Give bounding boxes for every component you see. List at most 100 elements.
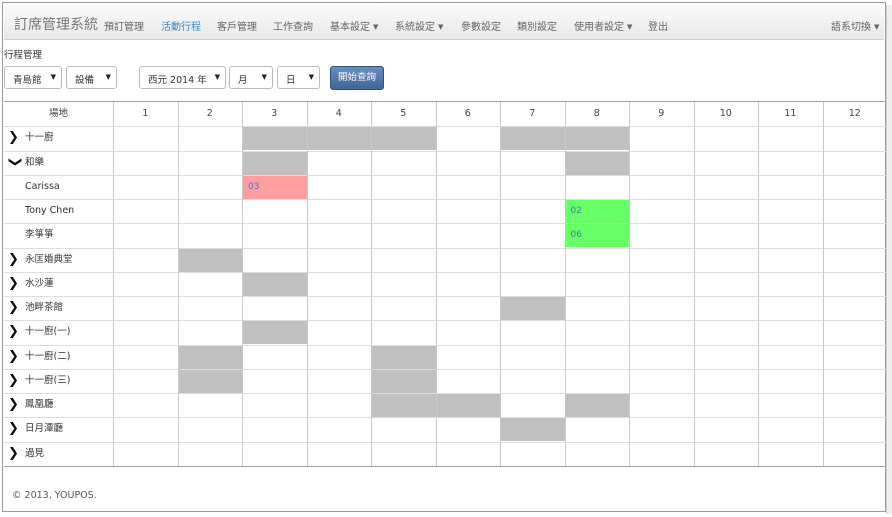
row-divider [4, 393, 887, 394]
schedule-row-label[interactable]: ❯ 十一廚(三) [4, 369, 112, 393]
schedule-row-label[interactable]: ❯ 十一廚(二) [4, 345, 112, 369]
schedule-block[interactable] [371, 344, 436, 369]
row-label-text: 永匡婚典堂 [25, 253, 73, 265]
venue-select[interactable]: 青島館 ▼ [4, 66, 62, 89]
column-divider [693, 102, 695, 466]
chevron-right-icon[interactable]: ❯ [8, 345, 19, 369]
schedule-row-label[interactable]: ❯ 和樂 [4, 151, 112, 175]
nav-category-settings[interactable]: 類別設定 [517, 18, 557, 33]
language-switch[interactable]: 語系切換 ▼ [831, 18, 879, 33]
row-divider [4, 296, 887, 297]
schedule-block[interactable] [177, 247, 242, 272]
caret-down-icon: ▼ [438, 23, 444, 31]
schedule-block[interactable] [500, 296, 565, 320]
row-divider [4, 417, 887, 419]
start-query-button[interactable]: 開始查詢 [330, 66, 384, 90]
chevron-right-icon[interactable]: ❯ [8, 320, 19, 344]
column-header: 12 [848, 108, 861, 119]
chevron-right-icon[interactable]: ❯ [8, 369, 19, 393]
schedule-row-label[interactable]: ❯ 水沙蓮 [4, 272, 112, 296]
row-label-text: 水沙蓮 [25, 277, 54, 289]
column-header: 2 [206, 108, 213, 119]
row-label-text: 十一廚(二) [25, 350, 71, 362]
column-divider [564, 102, 566, 466]
caret-down-icon: ▼ [105, 73, 111, 81]
caret-down-icon: ▼ [373, 23, 379, 31]
row-divider [4, 126, 887, 128]
nav-schedule[interactable]: 活動行程 [161, 18, 201, 33]
chevron-right-icon[interactable]: ❯ [8, 442, 19, 466]
row-label-text: 十一廚(一) [25, 326, 71, 338]
column-divider [435, 102, 437, 466]
schedule-block[interactable] [242, 150, 307, 175]
schedule-block[interactable]: 06 [564, 223, 629, 248]
nav-booking[interactable]: 預訂管理 [104, 18, 144, 33]
column-divider [371, 102, 372, 466]
schedule-block[interactable] [435, 393, 500, 417]
day-select[interactable]: 日 ▼ [277, 66, 320, 89]
row-divider [4, 174, 887, 176]
column-header: 1 [142, 108, 149, 119]
row-divider [4, 199, 887, 200]
schedule-block[interactable] [177, 368, 242, 393]
footer-copyright: © 2013, YOUPOS. [12, 490, 97, 501]
schedule-row-label[interactable]: ❯ 池畔茶館 [4, 296, 112, 320]
schedule-block[interactable] [564, 150, 629, 175]
schedule-block[interactable] [177, 344, 242, 369]
chevron-down-icon[interactable]: ❯ [2, 156, 26, 167]
nav-logout[interactable]: 登出 [648, 18, 668, 33]
schedule-block[interactable] [242, 320, 307, 345]
chevron-right-icon[interactable]: ❯ [8, 126, 19, 150]
chevron-right-icon[interactable]: ❯ [8, 393, 19, 417]
schedule-block[interactable] [500, 417, 565, 442]
schedule-block[interactable]: 03 [242, 174, 307, 199]
chevron-right-icon[interactable]: ❯ [8, 417, 19, 441]
schedule-row-label[interactable]: ❯ 十一廚 [4, 126, 112, 150]
schedule-row-label[interactable]: ❯ 過見 [4, 442, 112, 466]
schedule-block[interactable] [564, 393, 629, 417]
column-header: 9 [658, 108, 665, 119]
nav-parameter-settings[interactable]: 參數設定 [461, 18, 501, 33]
schedule-block[interactable] [371, 393, 436, 417]
schedule-row-label[interactable]: ❯ 永匡婚典堂 [4, 248, 112, 272]
schedule-block[interactable] [371, 368, 436, 393]
row-label-text: Carissa [25, 180, 60, 192]
column-header: 8 [593, 108, 600, 119]
row-divider [4, 368, 887, 370]
top-navbar: 訂席管理系統 預訂管理 活動行程 客戶管理 工作查詢 基本設定 ▼ 系統設定 ▼ 參… [4, 5, 884, 40]
schedule-row-label[interactable]: 李箏箏 [4, 223, 112, 247]
row-divider [4, 441, 887, 443]
brand-title[interactable]: 訂席管理系統 [14, 14, 98, 34]
schedule-block[interactable]: 02 [564, 199, 629, 223]
row-label-text: 鳳凰廳 [25, 399, 54, 410]
schedule-row-label[interactable]: Tony Chen [4, 199, 112, 223]
chevron-right-icon[interactable]: ❯ [8, 296, 19, 320]
schedule-row-label[interactable]: Carissa [4, 175, 112, 199]
schedule-block[interactable] [242, 271, 307, 296]
row-divider [4, 150, 887, 152]
nav-user-settings[interactable]: 使用者設定 ▼ [574, 18, 632, 33]
type-select[interactable]: 設備 ▼ [66, 66, 117, 89]
month-select[interactable]: 月 ▼ [229, 66, 273, 89]
schedule-row-label[interactable]: ❯ 日月潭廳 [4, 417, 112, 441]
caret-down-icon: ▼ [214, 73, 220, 81]
type-select-value: 設備 [75, 75, 95, 86]
year-select[interactable]: 西元 2014 年 ▼ [139, 66, 226, 89]
schedule-block[interactable] [564, 126, 629, 151]
chevron-right-icon[interactable]: ❯ [8, 248, 19, 272]
nav-system-settings[interactable]: 系統設定 ▼ [395, 18, 443, 33]
nav-customers[interactable]: 客戶管理 [217, 18, 257, 33]
chevron-right-icon[interactable]: ❯ [8, 272, 19, 296]
schedule-row-label[interactable]: ❯ 鳳凰廳 [4, 393, 112, 417]
schedule-block[interactable] [500, 126, 565, 151]
schedule-block[interactable] [371, 126, 436, 151]
column-divider [629, 102, 630, 466]
window-scrollbar[interactable] [886, 5, 892, 514]
column-header: 4 [335, 108, 342, 119]
schedule-block[interactable] [306, 126, 371, 151]
column-header: 10 [719, 108, 732, 119]
schedule-block[interactable] [242, 126, 307, 151]
nav-work-query[interactable]: 工作查詢 [273, 18, 313, 33]
schedule-row-label[interactable]: ❯ 十一廚(一) [4, 320, 112, 344]
nav-basic-settings[interactable]: 基本設定 ▼ [330, 18, 378, 33]
